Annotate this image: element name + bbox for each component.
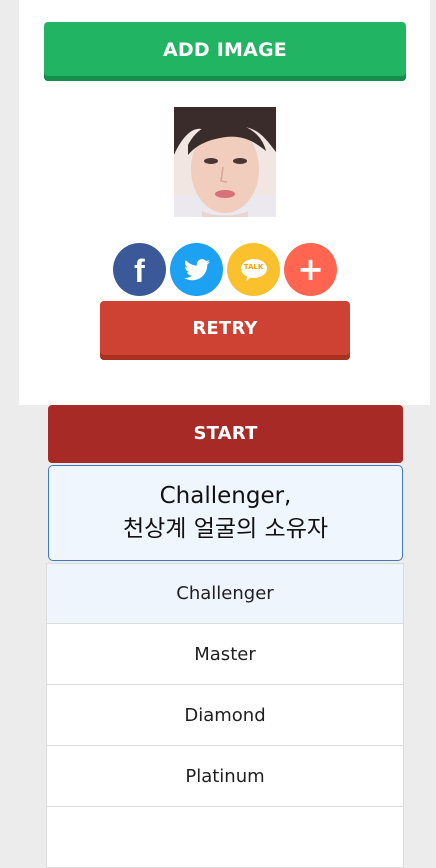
start-button[interactable]: START: [48, 405, 403, 463]
kakaotalk-share-button[interactable]: TALK: [227, 243, 280, 296]
twitter-share-button[interactable]: [170, 243, 223, 296]
facebook-share-button[interactable]: f: [113, 243, 166, 296]
twitter-bird-icon: [183, 258, 210, 280]
tier-item-diamond[interactable]: Diamond: [46, 685, 404, 746]
tier-item-challenger[interactable]: Challenger: [46, 563, 404, 624]
tier-item-platinum[interactable]: Platinum: [46, 746, 404, 807]
result-title: Challenger,: [159, 483, 292, 509]
kakaotalk-label: TALK: [243, 263, 264, 271]
add-image-button[interactable]: ADD IMAGE: [44, 22, 406, 81]
uploaded-face-photo: [174, 107, 276, 217]
plus-icon: +: [297, 249, 324, 288]
tier-item-master[interactable]: Master: [46, 624, 404, 685]
retry-button[interactable]: RETRY: [100, 301, 350, 360]
tier-list: Challenger Master Diamond Platinum: [46, 563, 404, 868]
tier-item-next[interactable]: [46, 807, 404, 868]
face-photo-image: [174, 107, 276, 217]
result-box: Challenger, 천상계 얼굴의 소유자: [48, 465, 403, 561]
facebook-icon: f: [134, 253, 145, 289]
more-share-button[interactable]: +: [284, 243, 337, 296]
result-description: 천상계 얼굴의 소유자: [122, 516, 329, 542]
